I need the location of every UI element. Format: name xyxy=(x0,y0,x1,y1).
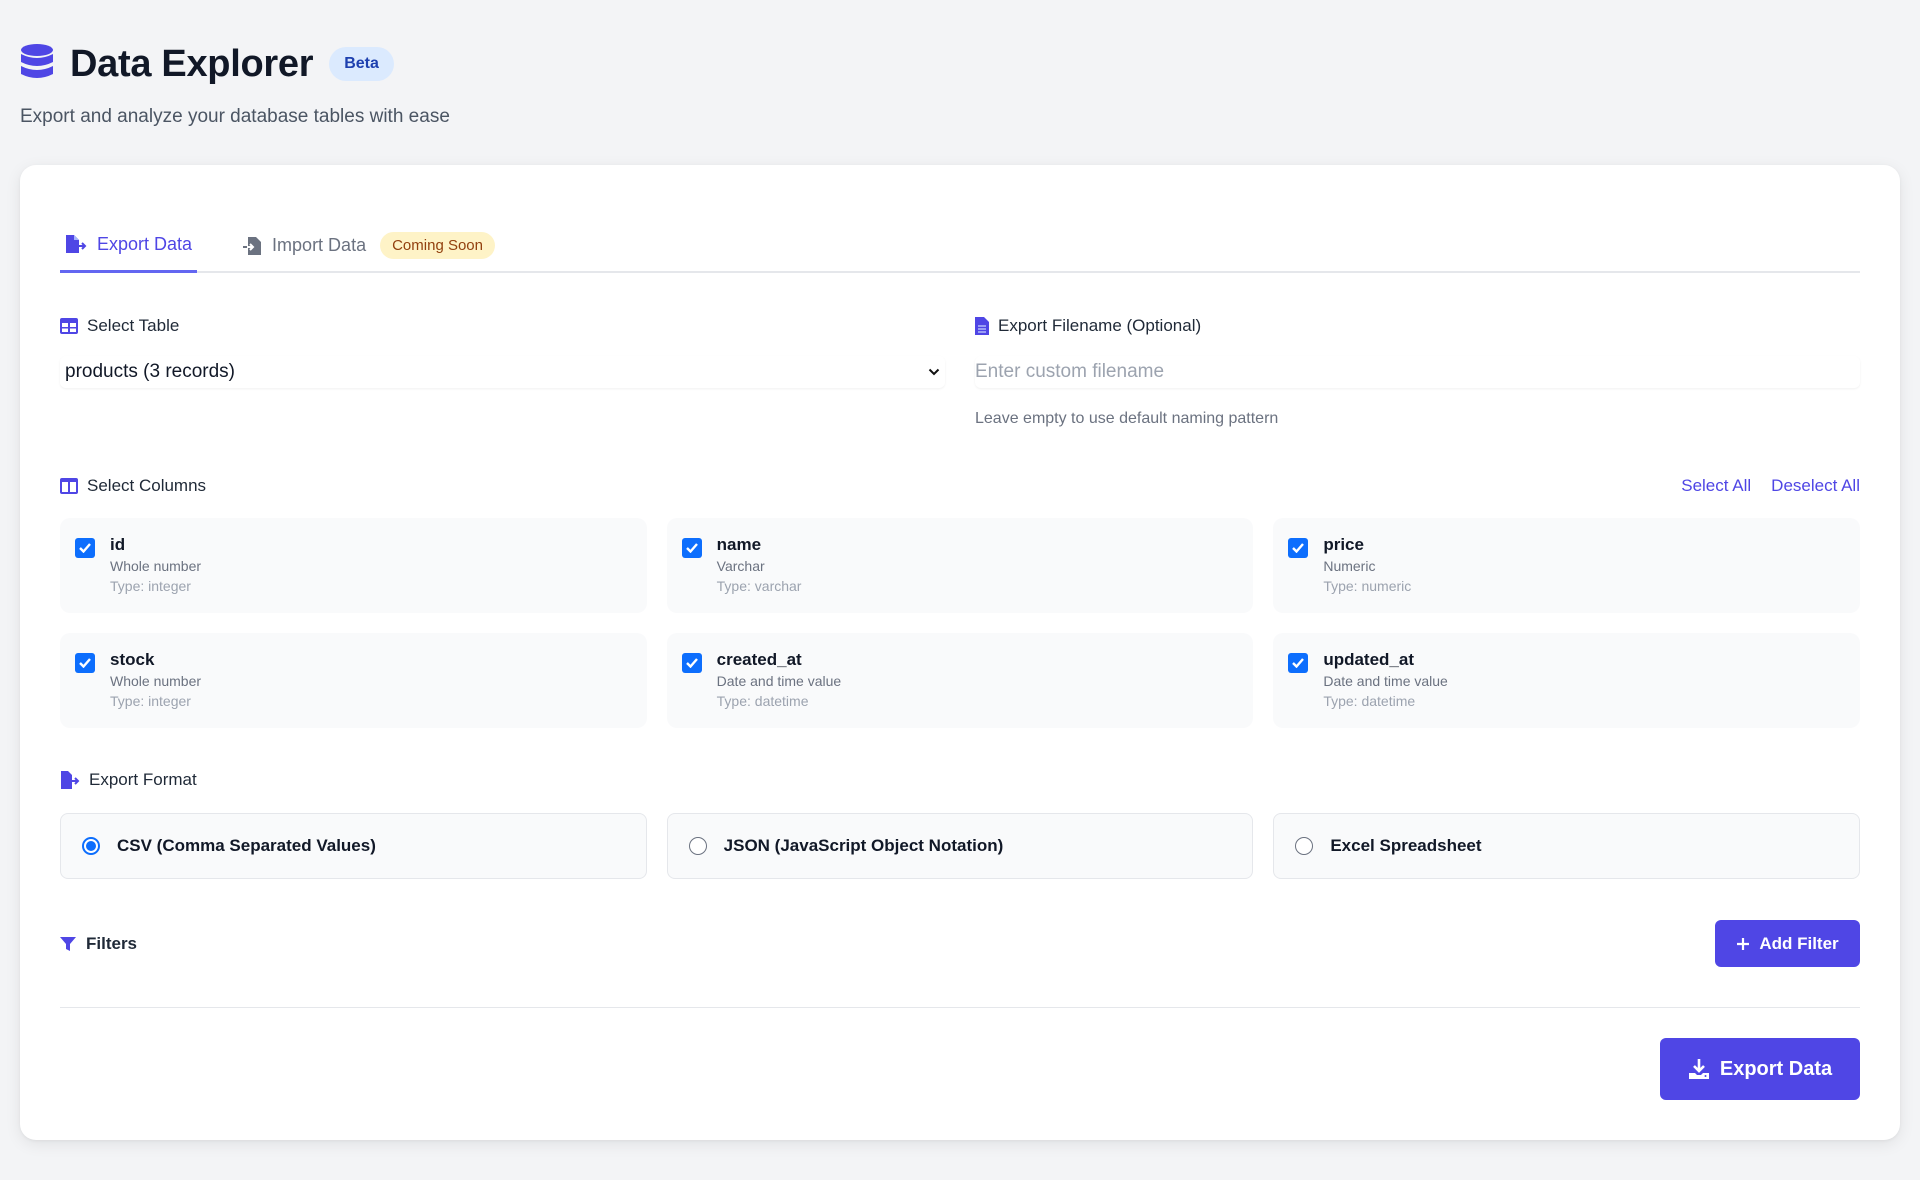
column-type: Type: integer xyxy=(110,578,191,594)
column-description: Whole number xyxy=(110,558,202,574)
check-icon xyxy=(685,658,698,668)
file-export-icon xyxy=(61,771,80,789)
columns-icon xyxy=(60,478,78,494)
column-item-id[interactable]: id Whole number Type: integer xyxy=(60,518,647,613)
column-checkbox[interactable] xyxy=(1288,538,1309,558)
tab-import-data[interactable]: Import Data Coming Soon xyxy=(237,220,500,271)
table-icon xyxy=(60,318,78,334)
columns-grid: id Whole number Type: integer name Varch… xyxy=(60,518,1860,728)
check-icon xyxy=(79,543,91,553)
column-description: Date and time value xyxy=(716,673,842,689)
column-name: stock xyxy=(110,650,155,669)
select-columns-label: Select Columns xyxy=(60,476,206,496)
column-name: updated_at xyxy=(1323,650,1415,669)
file-export-icon xyxy=(66,235,87,253)
radio-unselected[interactable] xyxy=(688,837,707,855)
table-select[interactable]: products (3 records) xyxy=(60,356,945,388)
filename-label: Export Filename (Optional) xyxy=(975,316,1860,336)
filename-helper: Leave empty to use default naming patter… xyxy=(975,410,1279,427)
column-type: Type: datetime xyxy=(716,693,809,709)
tab-label: Export Data xyxy=(97,233,193,254)
column-description: Numeric xyxy=(1323,558,1376,574)
column-type: Type: numeric xyxy=(1323,578,1412,594)
page-header: Data Explorer Beta Export and analyze yo… xyxy=(20,40,450,128)
select-table-label: Select Table xyxy=(60,316,945,336)
beta-badge: Beta xyxy=(329,47,394,81)
column-checkbox[interactable] xyxy=(681,538,702,558)
export-data-button[interactable]: Export Data xyxy=(1660,1038,1860,1100)
format-label: Excel Spreadsheet xyxy=(1330,836,1482,855)
check-icon xyxy=(685,543,698,553)
format-label: JSON (JavaScript Object Notation) xyxy=(723,836,1004,855)
page-subtitle: Export and analyze your database tables … xyxy=(20,106,450,127)
tab-export-data[interactable]: Export Data xyxy=(60,220,198,273)
format-options: CSV (Comma Separated Values) JSON (JavaS… xyxy=(60,813,1860,879)
column-checkbox[interactable] xyxy=(75,538,95,558)
plus-icon xyxy=(1737,937,1750,950)
check-icon xyxy=(79,658,91,668)
chevron-down-icon xyxy=(928,368,940,376)
format-option-json[interactable]: JSON (JavaScript Object Notation) xyxy=(666,813,1254,879)
check-icon xyxy=(1292,543,1305,553)
format-label: CSV (Comma Separated Values) xyxy=(117,836,376,855)
column-name: id xyxy=(110,535,126,554)
divider xyxy=(60,1007,1860,1008)
column-item-price[interactable]: price Numeric Type: numeric xyxy=(1273,518,1860,613)
columns-header: Select Columns Select All Deselect All xyxy=(60,476,1860,496)
add-filter-button[interactable]: Add Filter xyxy=(1715,920,1860,967)
table-select-value: products (3 records) xyxy=(65,361,236,382)
filter-icon xyxy=(60,936,76,951)
column-name: created_at xyxy=(716,650,802,669)
export-card: Export Data Import Data Coming Soon Sele… xyxy=(20,165,1900,1140)
column-description: Whole number xyxy=(110,673,202,689)
file-import-icon xyxy=(243,236,262,255)
column-name: price xyxy=(1323,535,1364,554)
export-format-label: Export Format xyxy=(60,770,197,790)
filename-group: Export Filename (Optional) Leave empty t… xyxy=(975,316,1860,428)
column-checkbox[interactable] xyxy=(75,653,95,673)
column-description: Date and time value xyxy=(1323,673,1448,689)
column-item-created-at[interactable]: created_at Date and time value Type: dat… xyxy=(666,633,1254,728)
format-option-excel[interactable]: Excel Spreadsheet xyxy=(1273,813,1860,879)
filename-input[interactable] xyxy=(975,356,1860,388)
column-checkbox[interactable] xyxy=(681,653,702,673)
download-icon xyxy=(1688,1059,1709,1079)
column-type: Type: varchar xyxy=(716,578,802,594)
column-type: Type: integer xyxy=(110,693,191,709)
coming-soon-badge: Coming Soon xyxy=(380,232,495,259)
format-option-csv[interactable]: CSV (Comma Separated Values) xyxy=(60,813,647,879)
file-icon xyxy=(975,317,989,335)
check-icon xyxy=(1292,658,1305,668)
column-type: Type: datetime xyxy=(1323,693,1416,709)
column-name: name xyxy=(716,535,762,554)
page-title: Data Explorer xyxy=(70,42,314,85)
column-item-updated-at[interactable]: updated_at Date and time value Type: dat… xyxy=(1273,633,1860,728)
tab-bar: Export Data Import Data Coming Soon xyxy=(60,220,1860,273)
column-description: Varchar xyxy=(716,558,765,574)
column-item-name[interactable]: name Varchar Type: varchar xyxy=(666,518,1254,613)
tab-label: Import Data xyxy=(272,235,367,255)
filters-row: Filters Add Filter xyxy=(60,920,1860,967)
radio-selected[interactable] xyxy=(82,837,100,855)
filters-label: Filters xyxy=(60,934,137,954)
column-item-stock[interactable]: stock Whole number Type: integer xyxy=(60,633,647,728)
database-icon xyxy=(21,44,53,78)
select-all-link[interactable]: Select All xyxy=(1681,476,1751,496)
deselect-all-link[interactable]: Deselect All xyxy=(1771,476,1860,496)
radio-unselected[interactable] xyxy=(1295,837,1314,855)
column-checkbox[interactable] xyxy=(1288,653,1309,673)
select-table-group: Select Table products (3 records) xyxy=(60,316,945,388)
